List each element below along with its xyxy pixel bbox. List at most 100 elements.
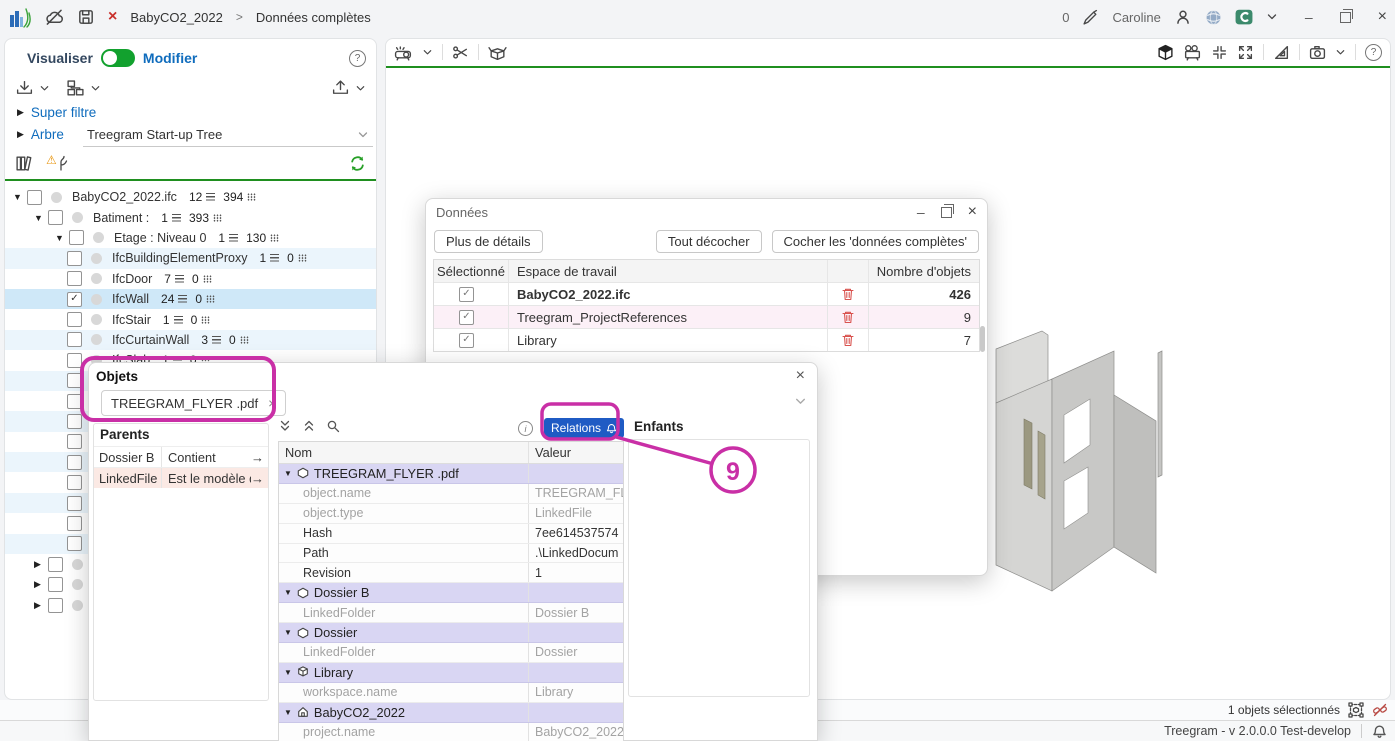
- expand-all-icon[interactable]: [302, 419, 316, 433]
- library-books-icon[interactable]: [15, 154, 34, 173]
- uncheck-all-button[interactable]: Tout décocher: [656, 230, 762, 253]
- tree-row[interactable]: ▼ ✓ Etage : Niveau 0 1 130: [5, 228, 376, 248]
- tree-checkbox[interactable]: ✓: [67, 496, 82, 511]
- dialog-minimize-button[interactable]: –: [917, 207, 925, 217]
- property-row[interactable]: Path .\LinkedDocum: [279, 544, 623, 564]
- video-camera-icon[interactable]: [1183, 43, 1202, 62]
- expander-icon[interactable]: ▼: [13, 192, 27, 202]
- tree-checkbox[interactable]: ✓: [67, 332, 82, 347]
- screenshot-camera-icon[interactable]: [1309, 44, 1326, 61]
- chevron-down-icon[interactable]: [355, 83, 366, 94]
- refresh-icon[interactable]: [349, 155, 366, 172]
- property-row[interactable]: Revision 1: [279, 563, 623, 583]
- user-avatar-icon[interactable]: [1174, 8, 1192, 26]
- visibility-dot-icon[interactable]: [91, 294, 102, 305]
- model-structure-icon[interactable]: [66, 79, 85, 98]
- visibility-dot-icon[interactable]: [91, 253, 102, 264]
- tree-checkbox[interactable]: ✓: [67, 455, 82, 470]
- expander-icon[interactable]: ▶: [34, 579, 48, 590]
- tree-row[interactable]: ✓ IfcDoor 7 0: [5, 269, 376, 289]
- tree-checkbox[interactable]: ✓: [48, 577, 63, 592]
- help-icon[interactable]: ?: [349, 50, 366, 67]
- property-group-row[interactable]: ▼Library: [279, 663, 623, 683]
- viewport-help-icon[interactable]: ?: [1365, 44, 1382, 61]
- expander-icon[interactable]: ▼: [284, 469, 292, 478]
- trash-icon[interactable]: [841, 310, 855, 324]
- expander-icon[interactable]: ▼: [34, 213, 48, 223]
- visibility-dot-icon[interactable]: [72, 579, 83, 590]
- visibility-dot-icon[interactable]: [93, 232, 104, 243]
- property-row[interactable]: project.name BabyCO2_2022: [279, 723, 623, 741]
- property-row[interactable]: object.name TREEGRAM_FL: [279, 484, 623, 504]
- plus-details-button[interactable]: Plus de détails: [434, 230, 543, 253]
- property-group-row[interactable]: ▼Dossier: [279, 623, 623, 643]
- unlink-icon[interactable]: [1372, 702, 1388, 718]
- chevron-down-icon[interactable]: [39, 83, 50, 94]
- info-icon[interactable]: i: [518, 421, 533, 436]
- expander-icon[interactable]: ▼: [284, 628, 292, 637]
- property-group-row[interactable]: ▼BabyCO2_2022: [279, 703, 623, 723]
- tree-select[interactable]: Treegram Start-up Tree: [83, 123, 373, 147]
- visibility-dot-icon[interactable]: [91, 314, 102, 325]
- workspace-checkbox[interactable]: ✓: [459, 287, 474, 302]
- chevron-down-icon[interactable]: [422, 47, 433, 58]
- property-row[interactable]: LinkedFolder Dossier: [279, 643, 623, 663]
- scrollbar-thumb[interactable]: [980, 326, 985, 352]
- property-row[interactable]: object.type LinkedFile: [279, 504, 623, 524]
- dialog-collapse-chevron-icon[interactable]: [794, 395, 807, 408]
- donnees-dialog-header[interactable]: Données – ×: [426, 199, 987, 225]
- tree-checkbox[interactable]: ✓: [67, 475, 82, 490]
- tree-row[interactable]: ✓ IfcBuildingElementProxy 1 0: [5, 248, 376, 268]
- tree-checkbox[interactable]: ✓: [48, 210, 63, 225]
- import-icon[interactable]: [15, 79, 34, 98]
- expander-icon[interactable]: ▼: [284, 668, 292, 677]
- notifications-bell-icon[interactable]: [1372, 724, 1387, 739]
- workspace-row[interactable]: ✓ Library 7: [434, 328, 979, 351]
- tree-checkbox[interactable]: ✓: [69, 230, 84, 245]
- collapse-view-icon[interactable]: [1211, 44, 1228, 61]
- tree-checkbox[interactable]: ✓: [67, 251, 82, 266]
- tree-checkbox[interactable]: ✓: [67, 394, 82, 409]
- tree-row[interactable]: ✓ IfcCurtainWall 3 0: [5, 330, 376, 350]
- visibility-dot-icon[interactable]: [72, 212, 83, 223]
- dialog-restore-button[interactable]: [941, 207, 952, 218]
- restore-button[interactable]: [1340, 12, 1351, 23]
- workspace-row[interactable]: ✓ Treegram_ProjectReferences 9: [434, 305, 979, 328]
- close-button[interactable]: ×: [1378, 8, 1387, 26]
- tree-checkbox[interactable]: ✓: [48, 598, 63, 613]
- super-filtre-section[interactable]: ▶ Super filtre: [17, 105, 96, 120]
- measure-setsquare-icon[interactable]: [1273, 44, 1290, 61]
- chevron-down-icon[interactable]: [1335, 47, 1346, 58]
- arbre-section[interactable]: ▶ Arbre: [17, 127, 64, 142]
- expander-icon[interactable]: ▼: [284, 588, 292, 597]
- tree-warning-icon[interactable]: ⚠: [46, 153, 76, 173]
- expander-icon[interactable]: ▶: [34, 559, 48, 570]
- property-row[interactable]: Hash 7ee614537574: [279, 524, 623, 544]
- breadcrumb-project[interactable]: BabyCO2_2022: [130, 10, 223, 25]
- account-badge-icon[interactable]: [1235, 8, 1253, 26]
- visibility-dot-icon[interactable]: [91, 334, 102, 345]
- cloud-offline-icon[interactable]: [45, 8, 64, 27]
- parent-row[interactable]: LinkedFile Est le modèle de →: [94, 467, 268, 488]
- visibility-dot-icon[interactable]: [72, 559, 83, 570]
- tree-checkbox[interactable]: ✓: [67, 516, 82, 531]
- arrow-right-icon[interactable]: →: [251, 471, 268, 486]
- relations-button[interactable]: Relations: [544, 418, 624, 438]
- projector-icon[interactable]: [394, 43, 413, 62]
- expander-icon[interactable]: ▶: [17, 129, 24, 140]
- export-icon[interactable]: [331, 79, 350, 98]
- chevron-down-icon[interactable]: [1266, 11, 1278, 23]
- tree-row-selected[interactable]: ✓ IfcWall 24 0: [5, 289, 376, 309]
- workspace-checkbox[interactable]: ✓: [459, 310, 474, 325]
- tree-checkbox[interactable]: ✓: [67, 271, 82, 286]
- minimize-button[interactable]: –: [1305, 12, 1313, 22]
- open-box-icon[interactable]: [488, 43, 507, 62]
- arrow-right-icon[interactable]: →: [251, 450, 268, 465]
- tree-row[interactable]: ✓ IfcStair 1 0: [5, 309, 376, 329]
- save-icon[interactable]: [77, 8, 95, 26]
- visibility-dot-icon[interactable]: [72, 600, 83, 611]
- building-3d-model[interactable]: [986, 327, 1181, 647]
- tree-checkbox[interactable]: ✓: [67, 434, 82, 449]
- dialog-close-button[interactable]: ×: [968, 203, 977, 221]
- chevron-down-icon[interactable]: [90, 83, 101, 94]
